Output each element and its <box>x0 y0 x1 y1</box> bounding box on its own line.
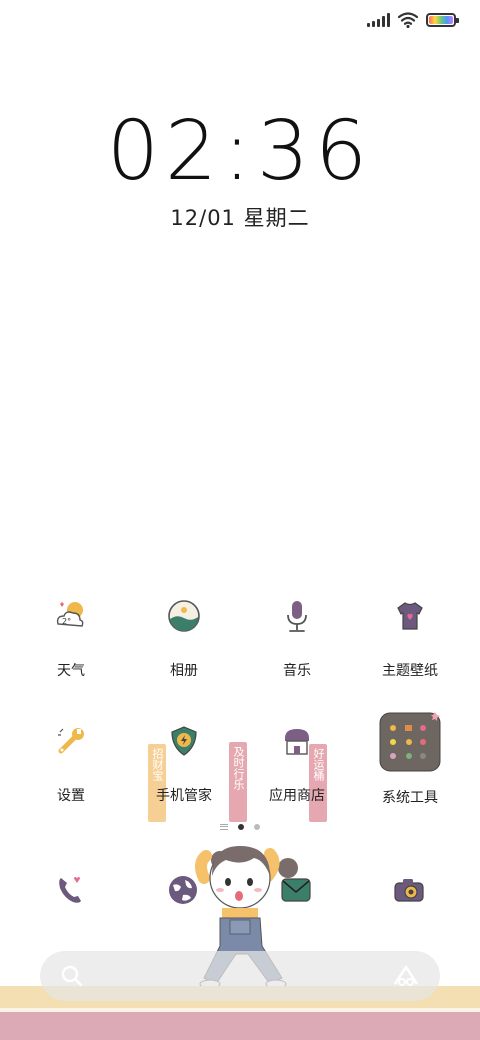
gallery-icon <box>162 594 206 638</box>
page-dot-active[interactable] <box>238 824 244 830</box>
app-tools-folder[interactable]: 系统工具 <box>353 712 467 807</box>
wifi-icon <box>398 12 418 28</box>
tools-folder-icon <box>379 711 441 773</box>
signal-icon <box>367 13 390 27</box>
theme-icon <box>388 594 432 638</box>
app-label: 系统工具 <box>382 790 438 806</box>
assistant-icon[interactable] <box>392 964 420 988</box>
app-label: 天气 <box>57 663 85 679</box>
phone-icon <box>59 877 81 903</box>
app-theme[interactable]: 主题壁纸 <box>353 594 467 680</box>
app-weather[interactable]: 2° 天气 <box>14 594 128 680</box>
message-icon <box>281 878 311 902</box>
browser-icon <box>169 876 197 904</box>
app-security[interactable]: 手机管家 <box>127 719 241 805</box>
app-settings[interactable]: 设置 <box>14 719 128 805</box>
bottom-stripe-pink <box>0 1012 480 1040</box>
clock[interactable]: 02:36 <box>0 104 480 199</box>
app-label: 主题壁纸 <box>382 663 438 679</box>
dock-camera[interactable] <box>387 868 431 912</box>
music-icon <box>275 594 319 638</box>
settings-icon <box>49 719 93 763</box>
app-label: 设置 <box>57 788 85 804</box>
dock-browser[interactable] <box>161 868 205 912</box>
dock-phone[interactable] <box>48 868 92 912</box>
app-label: 手机管家 <box>156 788 212 804</box>
app-gallery[interactable]: 相册 <box>127 594 241 680</box>
camera-icon <box>394 879 424 902</box>
weather-icon: 2° <box>49 594 93 638</box>
status-bar <box>367 10 459 30</box>
date[interactable]: 12/01 星期二 <box>0 202 480 232</box>
app-music[interactable]: 音乐 <box>240 594 354 680</box>
svg-text:2°: 2° <box>62 617 71 626</box>
app-store-icon <box>275 719 319 763</box>
dock-messages[interactable] <box>274 868 318 912</box>
page-indicator[interactable] <box>0 824 480 830</box>
app-label: 应用商店 <box>269 788 325 804</box>
search-icon[interactable] <box>60 964 84 988</box>
app-label: 音乐 <box>283 663 311 679</box>
security-icon <box>162 719 206 763</box>
app-store[interactable]: 应用商店 <box>240 719 354 805</box>
app-drawer-icon[interactable] <box>220 824 228 830</box>
app-label: 相册 <box>170 663 198 679</box>
battery-icon <box>426 13 459 27</box>
page-dot[interactable] <box>254 824 260 830</box>
search-bar[interactable] <box>40 951 440 1001</box>
